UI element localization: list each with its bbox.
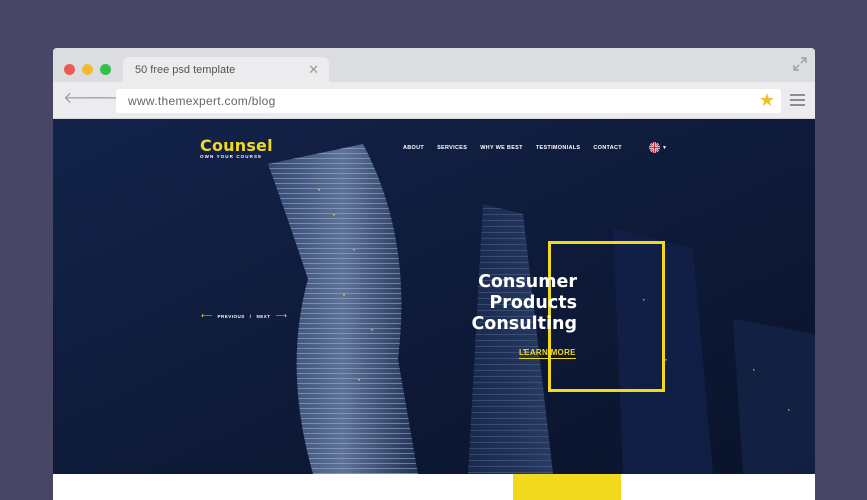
tab-title: 50 free psd template xyxy=(135,64,236,76)
nav-link-testimonials[interactable]: TESTIMONIALS xyxy=(536,145,581,151)
site-nav: ABOUT SERVICES WHY WE BEST TESTIMONIALS … xyxy=(403,145,622,151)
nav-link-about[interactable]: ABOUT xyxy=(403,145,424,151)
nav-link-services[interactable]: SERVICES xyxy=(437,145,467,151)
logo-tagline: OWN YOUR COURSE xyxy=(200,154,263,159)
next-section xyxy=(53,474,815,500)
slider-next-label[interactable]: NEXT xyxy=(257,314,271,319)
tab-close-icon[interactable]: ✕ xyxy=(308,63,319,76)
url-text[interactable]: www.themexpert.com/blog xyxy=(128,94,276,108)
hero-headline-line: Products xyxy=(489,293,577,313)
arrow-right-icon[interactable]: ⟶ xyxy=(276,312,287,320)
hero-headline-line: Consumer xyxy=(478,272,577,292)
maximize-window-button[interactable] xyxy=(100,64,111,75)
nav-link-contact[interactable]: CONTACT xyxy=(593,145,622,151)
expand-icon[interactable] xyxy=(793,57,807,71)
minimize-window-button[interactable] xyxy=(82,64,93,75)
site-logo[interactable]: Counsel OWN YOUR COURSE xyxy=(200,136,273,159)
slider-separator: / xyxy=(249,313,252,319)
arrow-left-icon[interactable]: ⟵ xyxy=(201,312,212,320)
close-window-button[interactable] xyxy=(64,64,75,75)
slider-controls: ⟵ PREVIOUS / NEXT ⟶ xyxy=(201,312,287,320)
logo-name: Counsel xyxy=(200,136,273,155)
hero-headline-line: Consulting xyxy=(471,314,577,334)
chevron-down-icon[interactable]: ▼ xyxy=(662,145,667,151)
browser-toolbar: 🡐 🡒 www.themexpert.com/blog ★ xyxy=(53,82,815,119)
nav-link-why-we-best[interactable]: WHY WE BEST xyxy=(480,145,523,151)
slider-previous-label[interactable]: PREVIOUS xyxy=(217,314,244,319)
browser-window: 50 free psd template ✕ 🡐 🡒 www.themexper… xyxy=(53,48,815,500)
browser-titlebar: 50 free psd template ✕ xyxy=(53,48,815,83)
browser-tab[interactable]: 50 free psd template ✕ xyxy=(123,57,329,83)
hero-headline: Consumer Products Consulting xyxy=(429,272,577,335)
learn-more-link[interactable]: LEARN MORE xyxy=(519,348,576,359)
hamburger-menu-icon[interactable] xyxy=(790,94,805,106)
star-icon[interactable]: ★ xyxy=(759,90,775,110)
section-accent-block xyxy=(513,474,621,500)
uk-flag-icon[interactable] xyxy=(649,142,660,153)
address-bar[interactable]: www.themexpert.com/blog ★ xyxy=(116,89,781,113)
web-page: Counsel OWN YOUR COURSE ABOUT SERVICES W… xyxy=(53,119,815,500)
